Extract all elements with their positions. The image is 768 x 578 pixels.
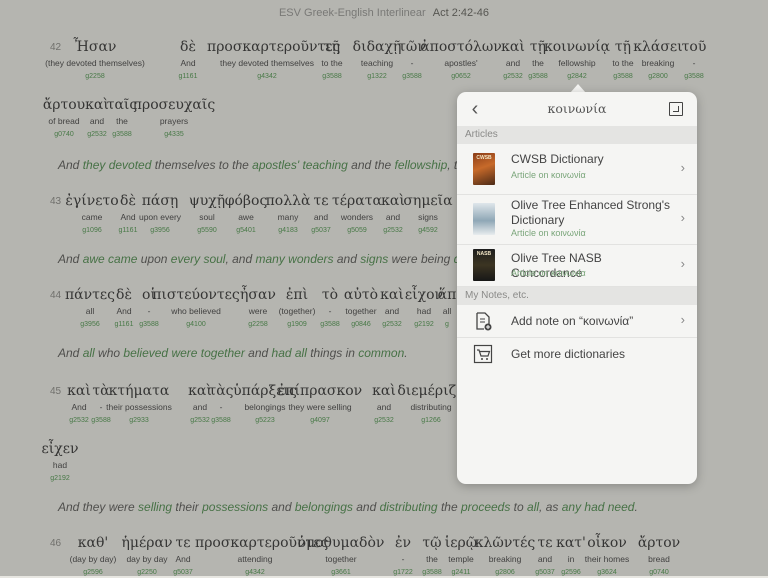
back-chevron-icon[interactable]: ‹ [465, 99, 485, 119]
dictionary-popover: ‹ κοινωνία Articles CWSB CWSB Dictionary… [457, 92, 697, 484]
chevron-right-icon: › [680, 210, 685, 225]
dictionary-item-strongs[interactable]: Olive Tree Enhanced Strong's Dictionary … [457, 194, 697, 245]
book-cover-icon: NASB [473, 249, 495, 281]
get-more-dictionaries-item[interactable]: Get more dictionaries [457, 338, 697, 370]
dictionary-subtitle: Article on κοινωνία [511, 268, 586, 278]
dictionary-subtitle: Article on κοινωνία [511, 228, 586, 238]
chevron-right-icon: › [680, 160, 685, 175]
dictionary-title: CWSB Dictionary [511, 152, 604, 166]
articles-section-header: Articles [457, 126, 697, 144]
chevron-right-icon: › [680, 256, 685, 271]
dictionary-subtitle: Article on κοινωνία [511, 170, 586, 180]
dictionary-title: Olive Tree Enhanced Strong's Dictionary [511, 198, 671, 227]
popover-header: ‹ κοινωνία [457, 92, 697, 127]
add-note-icon [476, 312, 492, 331]
book-cover-icon [473, 203, 495, 235]
dictionary-item-nasb[interactable]: NASB Olive Tree NASB Concordance Article… [457, 244, 697, 287]
get-more-label: Get more dictionaries [511, 347, 626, 361]
add-note-item[interactable]: Add note on “κοινωνία” › [457, 305, 697, 338]
popover-title: κοινωνία [547, 101, 607, 116]
open-external-icon[interactable] [669, 102, 683, 116]
book-cover-icon: CWSB [473, 153, 495, 185]
chevron-right-icon: › [680, 312, 685, 327]
dictionary-item-cwsb[interactable]: CWSB CWSB Dictionary Article on κοινωνία… [457, 144, 697, 195]
shopping-cart-icon [473, 344, 493, 364]
add-note-label: Add note on “κοινωνία” [511, 314, 634, 328]
notes-section-header: My Notes, etc. [457, 287, 697, 305]
